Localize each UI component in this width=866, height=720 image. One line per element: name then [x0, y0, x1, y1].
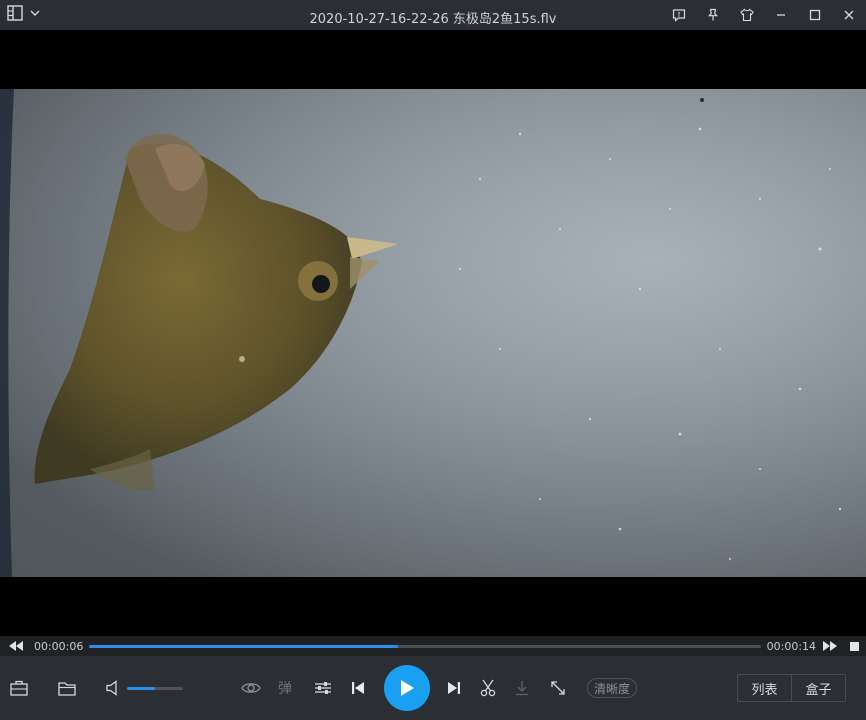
next-button[interactable]	[444, 676, 464, 700]
play-button[interactable]	[384, 665, 430, 711]
maximize-icon	[809, 9, 821, 21]
close-icon	[844, 10, 854, 20]
playlist-button[interactable]: 列表	[738, 675, 791, 701]
stop-button[interactable]	[842, 636, 866, 656]
current-time: 00:00:06	[33, 639, 84, 653]
previous-button[interactable]	[348, 676, 368, 700]
download-button[interactable]	[512, 676, 532, 700]
scissors-icon	[480, 679, 496, 697]
equalizer-icon	[315, 682, 331, 694]
skin-button[interactable]	[730, 0, 764, 30]
progress-fill	[89, 644, 399, 648]
box-button[interactable]: 盒子	[791, 675, 845, 701]
side-panel-buttons: 列表 盒子	[737, 674, 846, 702]
play-icon	[401, 680, 414, 696]
clip-button[interactable]	[477, 676, 499, 700]
total-time: 00:00:14	[766, 639, 817, 653]
progress-track[interactable]	[89, 644, 761, 648]
video-frame[interactable]	[0, 89, 866, 577]
volume-button[interactable]	[103, 676, 123, 700]
stop-icon	[849, 641, 859, 651]
expand-diagonal-icon	[551, 681, 565, 695]
eye-icon	[241, 683, 261, 693]
message-icon	[672, 9, 686, 22]
danmu-button[interactable]: 弹	[278, 678, 292, 698]
title-bar-left	[0, 4, 200, 26]
toolbox-icon	[10, 680, 28, 696]
tshirt-icon	[740, 8, 754, 22]
video-area[interactable]	[0, 30, 866, 636]
menu-grid-icon[interactable]	[7, 4, 23, 26]
speaker-icon	[106, 680, 117, 696]
minimize-button[interactable]	[764, 0, 798, 30]
progress-row: 00:00:06 00:00:14	[0, 636, 866, 656]
skip-next-icon	[448, 682, 460, 694]
chevron-down-icon[interactable]	[29, 6, 41, 24]
message-button[interactable]	[662, 0, 696, 30]
rewind-icon	[8, 641, 23, 651]
fast-forward-icon	[823, 641, 838, 651]
minimize-icon	[777, 14, 785, 16]
fullscreen-button[interactable]	[548, 676, 568, 700]
close-button[interactable]	[832, 0, 866, 30]
toolbox-button[interactable]	[8, 676, 30, 700]
title-bar: 2020-10-27-16-22-26 东极岛2鱼15s.flv	[0, 0, 866, 30]
skip-previous-icon	[352, 682, 364, 694]
pin-icon	[707, 8, 719, 21]
eye-protect-button[interactable]	[240, 676, 262, 700]
download-icon	[516, 681, 528, 696]
volume-fill	[127, 687, 155, 690]
maximize-button[interactable]	[798, 0, 832, 30]
volume-slider[interactable]	[127, 687, 183, 690]
forward-button[interactable]	[818, 636, 842, 656]
control-bar: 弹 清晰度 列表 盒子	[0, 656, 866, 720]
pin-button[interactable]	[696, 0, 730, 30]
video-content	[0, 89, 866, 577]
rewind-button[interactable]	[4, 636, 28, 656]
quality-button[interactable]: 清晰度	[587, 678, 638, 698]
open-folder-button[interactable]	[56, 676, 78, 700]
window-controls	[662, 0, 866, 30]
folder-icon	[58, 681, 76, 696]
settings-button[interactable]	[312, 676, 334, 700]
